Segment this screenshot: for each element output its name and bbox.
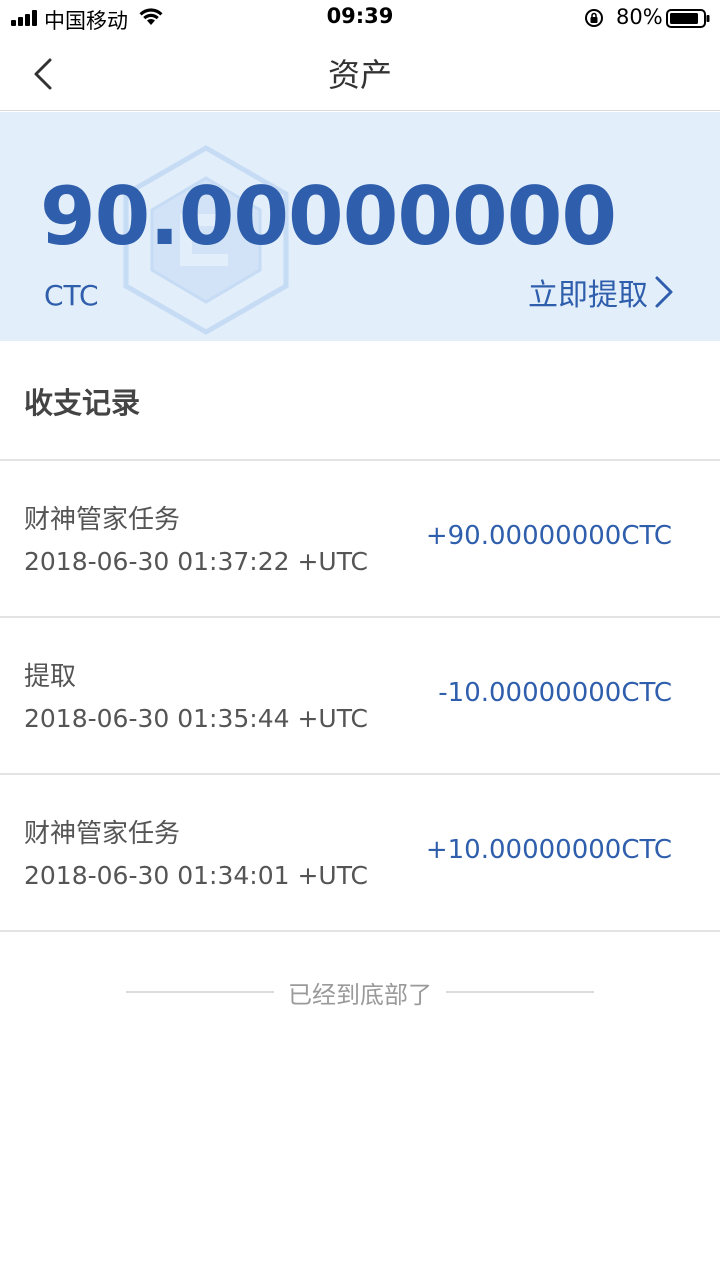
withdraw-label: 立即提取 xyxy=(528,278,648,313)
chevron-left-icon xyxy=(34,58,52,90)
record-type: 提取 xyxy=(24,662,77,692)
divider-right xyxy=(446,991,594,993)
signal-icon xyxy=(11,10,37,26)
record-amount: +10.00000000CTC xyxy=(425,835,672,865)
back-button[interactable] xyxy=(22,52,66,96)
end-of-list-note: 已经到底部了 xyxy=(0,975,720,1011)
record-time: 2018-06-30 01:34:01 +UTC xyxy=(24,861,368,890)
carrier-name: 中国移动 xyxy=(44,9,128,33)
record-amount: -10.00000000CTC xyxy=(438,678,672,708)
balance-amount: 90.00000000 xyxy=(40,170,617,263)
battery-icon xyxy=(666,9,710,28)
list-item[interactable]: 财神管家任务 2018-06-30 01:34:01 +UTC +10.0000… xyxy=(0,775,720,932)
chevron-right-icon xyxy=(655,276,673,308)
record-amount: +90.00000000CTC xyxy=(425,521,672,551)
records-list: 财神管家任务 2018-06-30 01:37:22 +UTC +90.0000… xyxy=(0,461,720,932)
list-item[interactable]: 提取 2018-06-30 01:35:44 +UTC -10.00000000… xyxy=(0,618,720,775)
page-title: 资产 xyxy=(327,56,392,94)
withdraw-button[interactable]: 立即提取 xyxy=(528,270,676,314)
record-time: 2018-06-30 01:37:22 +UTC xyxy=(24,547,368,576)
record-time: 2018-06-30 01:35:44 +UTC xyxy=(24,704,368,733)
wifi-icon xyxy=(139,8,163,25)
nav-bar: 资产 xyxy=(0,36,720,111)
balance-card: 90.00000000 CTC 立即提取 xyxy=(0,112,720,341)
rotation-lock-icon xyxy=(585,9,603,27)
section-title: 收支记录 xyxy=(24,386,141,420)
record-type: 财神管家任务 xyxy=(24,819,181,849)
battery-percentage: 80% xyxy=(616,5,663,29)
end-text: 已经到底部了 xyxy=(288,981,432,1009)
list-item[interactable]: 财神管家任务 2018-06-30 01:37:22 +UTC +90.0000… xyxy=(0,461,720,618)
balance-unit: CTC xyxy=(44,279,99,312)
record-type: 财神管家任务 xyxy=(24,505,181,535)
status-bar: 中国移动 09:39 80% xyxy=(0,0,720,36)
